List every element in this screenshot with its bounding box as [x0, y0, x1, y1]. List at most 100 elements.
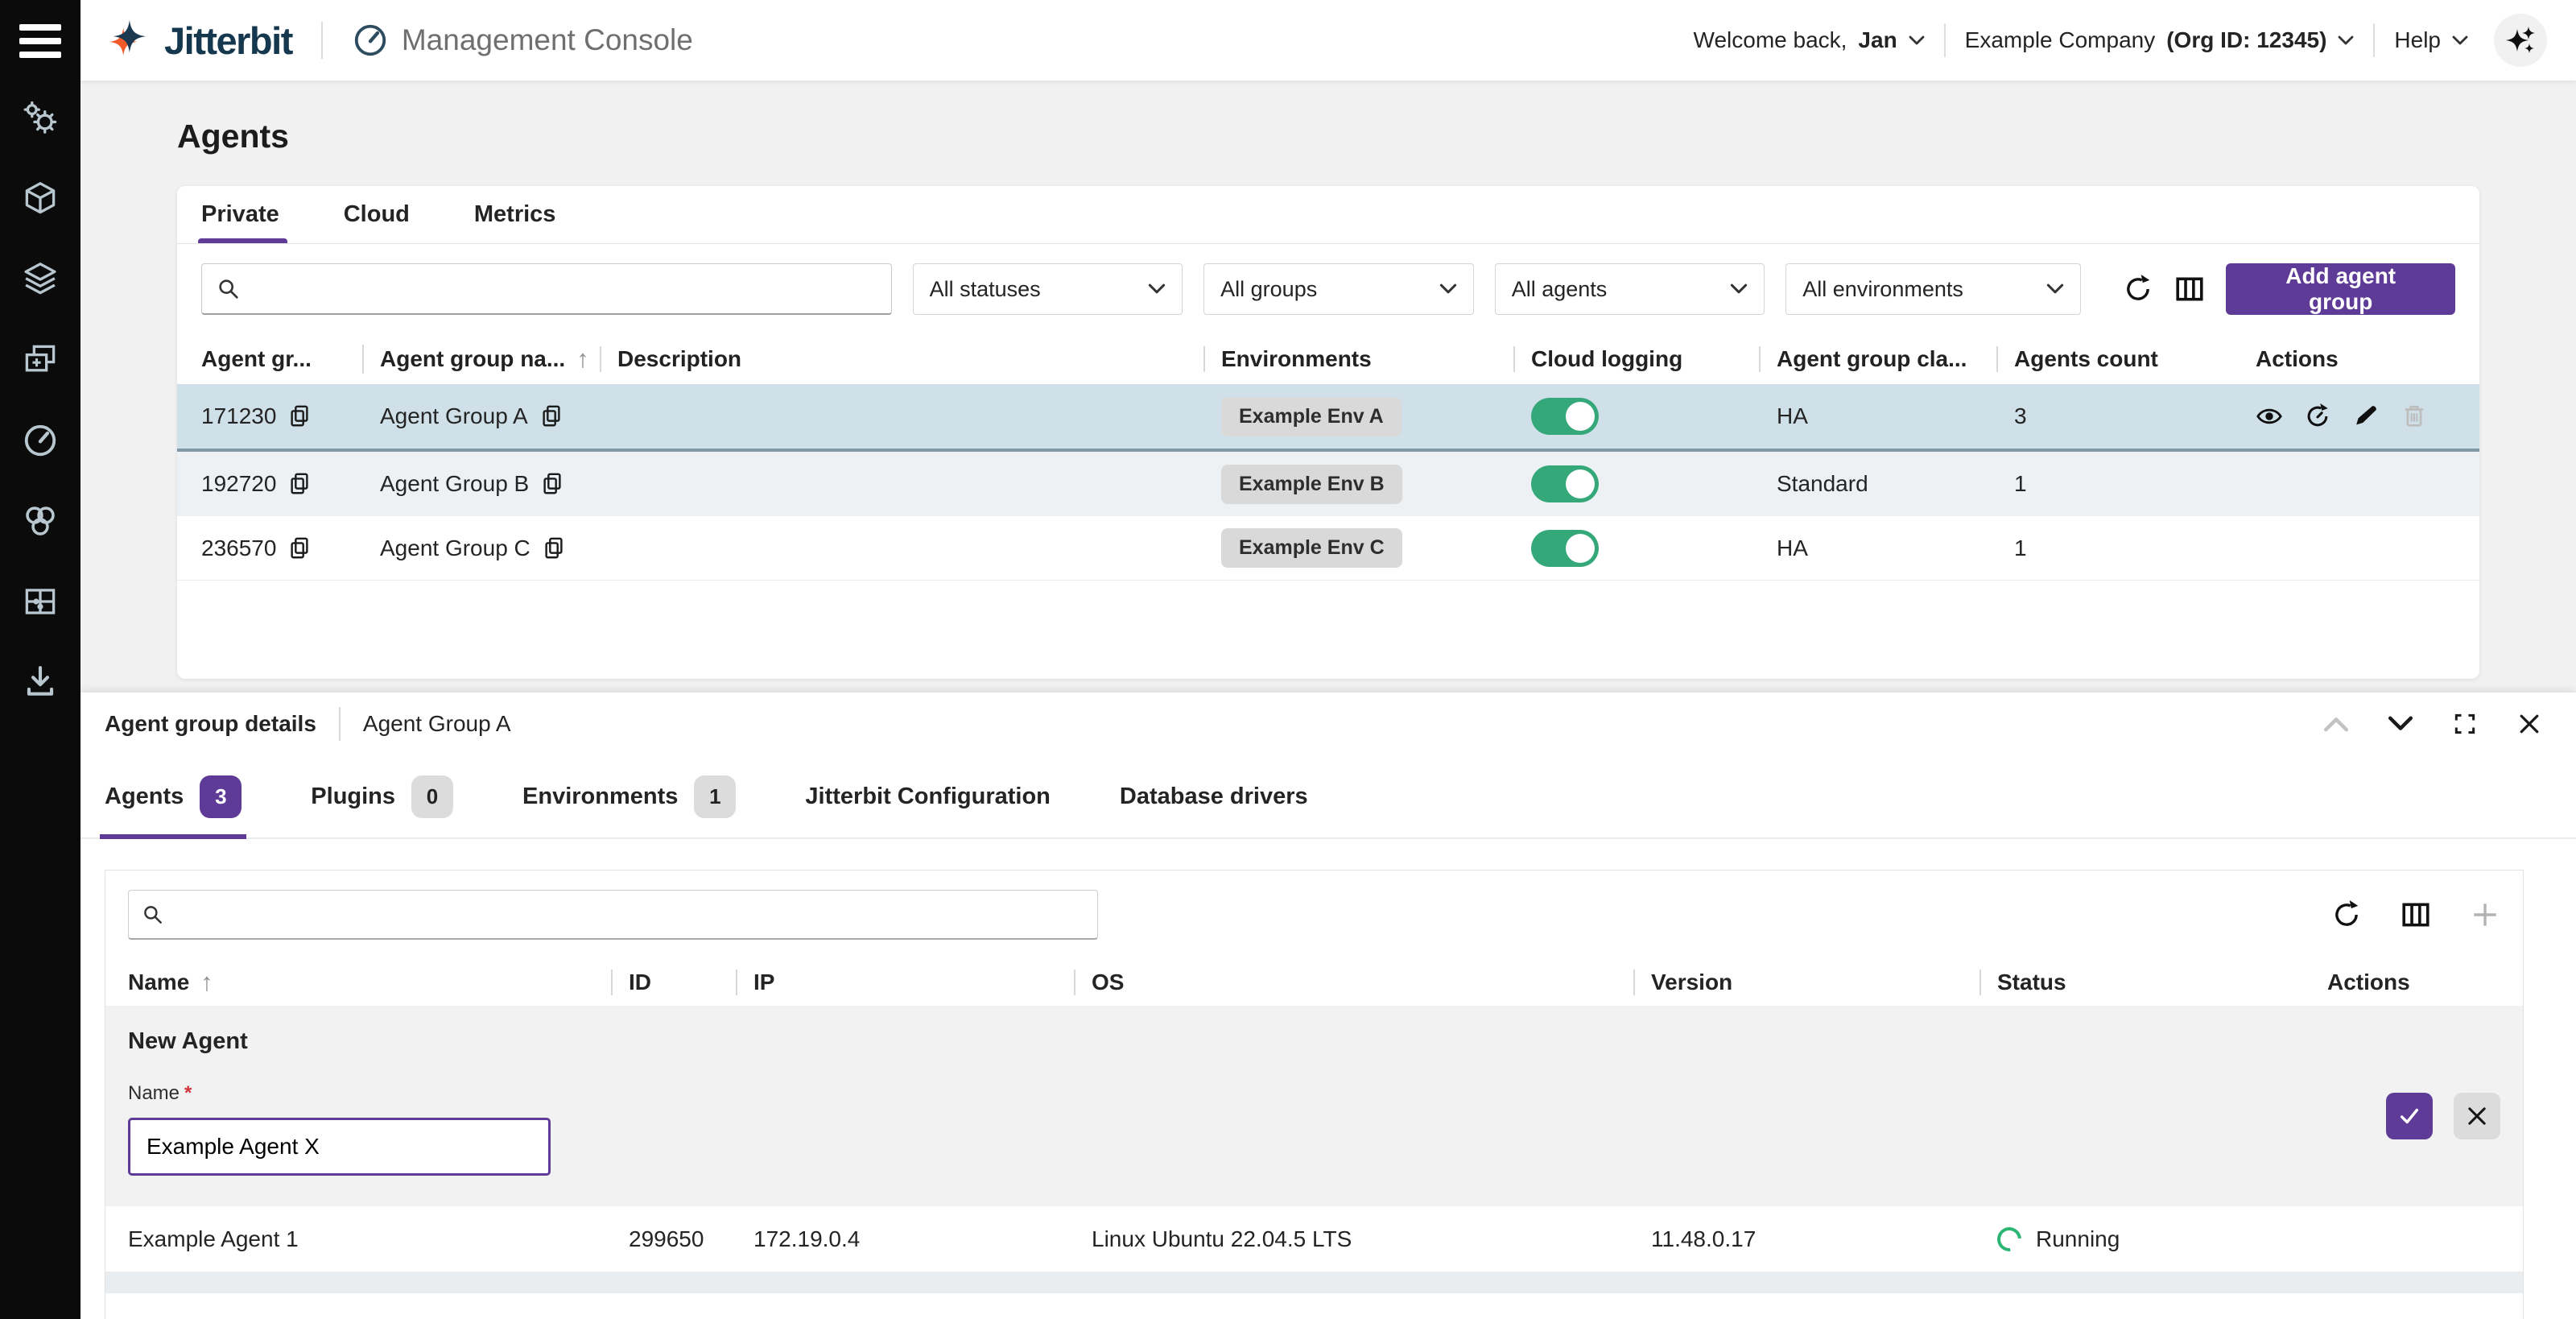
cloud-logging-toggle[interactable] [1531, 398, 1599, 435]
tab-private[interactable]: Private [198, 186, 287, 243]
user-menu[interactable]: Welcome back, Jan [1694, 27, 1925, 53]
col-version[interactable]: Version [1633, 970, 1979, 995]
user-name: Jan [1858, 27, 1897, 52]
count-badge: 1 [694, 775, 737, 818]
header-divider [320, 22, 323, 59]
col-id[interactable]: ID [611, 970, 736, 995]
copy-icon[interactable] [287, 472, 312, 496]
new-agent-form: New Agent Name * [105, 1006, 2523, 1206]
org-menu[interactable]: Example Company (Org ID: 12345) [1965, 27, 2355, 53]
copy-icon[interactable] [539, 404, 564, 428]
col-environments[interactable]: Environments [1203, 346, 1513, 372]
confirm-new-agent-button[interactable] [2386, 1092, 2433, 1139]
agent-group-details-panel: Agent group details Agent Group A Agents… [80, 693, 2576, 1319]
settings-gears-icon[interactable] [22, 100, 59, 137]
cancel-new-agent-button[interactable] [2454, 1092, 2500, 1139]
chevron-down-icon [2046, 283, 2064, 295]
page-title: Agents [177, 118, 289, 155]
groups-select[interactable]: All groups [1203, 263, 1474, 315]
required-asterisk: * [184, 1082, 192, 1104]
table-row[interactable]: 236570 Agent Group C Example Env C HA 1 [177, 516, 2479, 581]
agents-select[interactable]: All agents [1494, 263, 1765, 315]
columns-icon[interactable] [2174, 274, 2205, 304]
tab-plugins[interactable]: Plugins 0 [311, 755, 454, 837]
col-agent-group-id[interactable]: Agent gr... [201, 346, 362, 372]
download-icon[interactable] [22, 664, 59, 701]
columns-icon[interactable] [2401, 899, 2431, 930]
app-root: Jitterbit Management Console Welcome bac… [0, 0, 2576, 1319]
integration-loops-icon[interactable] [22, 502, 59, 540]
search-icon [217, 277, 241, 301]
col-cloud-logging[interactable]: Cloud logging [1513, 346, 1759, 372]
cube-icon[interactable] [22, 180, 59, 217]
copy-icon[interactable] [540, 472, 564, 496]
copy-icon[interactable] [287, 404, 312, 428]
sort-up-icon: ↑ [576, 345, 589, 373]
tab-agents[interactable]: Agents 3 [99, 755, 247, 839]
details-header: Agent group details Agent Group A [80, 693, 2576, 755]
close-icon[interactable] [2516, 711, 2542, 737]
count-badge: 0 [411, 775, 454, 818]
check-icon [2397, 1104, 2421, 1128]
tab-environments[interactable]: Environments 1 [522, 755, 737, 837]
refresh-icon[interactable] [2123, 274, 2153, 304]
col-name[interactable]: Name ↑ [128, 968, 611, 997]
chevron-down-icon [1909, 35, 1925, 46]
menu-icon[interactable] [19, 24, 61, 58]
table-row[interactable]: 192720 Agent Group B Example Env B Stand… [177, 452, 2479, 516]
chevron-down-icon [1730, 283, 1748, 295]
tab-database-drivers[interactable]: Database drivers [1120, 755, 1308, 837]
table-row[interactable]: Example Agent 1 299650 172.19.0.4 Linux … [105, 1206, 2523, 1272]
help-menu[interactable]: Help [2394, 27, 2468, 53]
ai-assistant-button[interactable] [2494, 14, 2547, 67]
status-text: Running [2036, 1226, 2120, 1251]
col-os[interactable]: OS [1074, 970, 1633, 995]
col-description[interactable]: Description [600, 346, 1203, 372]
layers-icon[interactable] [22, 261, 59, 298]
fullscreen-icon[interactable] [2452, 711, 2478, 737]
copy-icon[interactable] [542, 536, 566, 560]
duplicate-add-icon[interactable] [22, 341, 59, 378]
statuses-select[interactable]: All statuses [912, 263, 1183, 315]
name-field-label: Name * [128, 1082, 192, 1104]
header-divider [1943, 23, 1946, 57]
agents-tabs: Private Cloud Metrics [177, 186, 2479, 244]
tab-metrics[interactable]: Metrics [474, 186, 556, 243]
table-row[interactable]: 171230 Agent Group A Example Env A HA 3 [177, 384, 2479, 452]
agents-search-input[interactable] [175, 901, 1084, 928]
details-body: Name ↑ ID IP OS Version Status Actions Ne… [80, 839, 2576, 1319]
edit-icon[interactable] [2352, 403, 2380, 430]
new-agent-name-input[interactable] [128, 1118, 551, 1176]
refresh-icon[interactable] [2331, 899, 2362, 930]
search-input[interactable] [252, 275, 877, 302]
copy-icon[interactable] [287, 536, 312, 560]
chevron-down-icon[interactable] [2388, 711, 2413, 737]
col-agents-count[interactable]: Agents count [1996, 346, 2238, 372]
puzzle-icon[interactable] [22, 583, 59, 620]
top-header: Jitterbit Management Console Welcome bac… [80, 0, 2576, 81]
col-ip[interactable]: IP [736, 970, 1074, 995]
cloud-logging-toggle[interactable] [1531, 529, 1599, 567]
agents-toolbar [105, 870, 2523, 959]
tab-cloud[interactable]: Cloud [344, 186, 410, 243]
chevron-down-icon [2452, 35, 2468, 46]
col-agent-group-name[interactable]: Agent group na... ↑ [362, 345, 600, 374]
view-icon[interactable] [2256, 403, 2283, 430]
add-agent-group-button[interactable]: Add agent group [2226, 263, 2455, 315]
chevron-down-icon [1148, 283, 1166, 295]
environments-select[interactable]: All environments [1785, 263, 2082, 315]
agent-groups-search [201, 263, 892, 315]
col-status[interactable]: Status [1979, 970, 2310, 995]
chevron-up-icon [2323, 711, 2349, 737]
cloud-logging-toggle[interactable] [1531, 465, 1599, 502]
gauge-icon[interactable] [22, 422, 59, 459]
restore-icon[interactable] [2304, 403, 2331, 430]
company-name: Example Company [1964, 27, 2156, 52]
close-icon [2465, 1104, 2489, 1128]
details-title: Agent group details [105, 711, 316, 736]
tab-jitterbit-configuration[interactable]: Jitterbit Configuration [805, 755, 1050, 837]
welcome-text: Welcome back, [1693, 27, 1847, 52]
col-agent-group-class[interactable]: Agent group cla... [1759, 346, 1996, 372]
count-badge: 3 [200, 775, 242, 818]
console-title: Management Console [352, 22, 693, 59]
